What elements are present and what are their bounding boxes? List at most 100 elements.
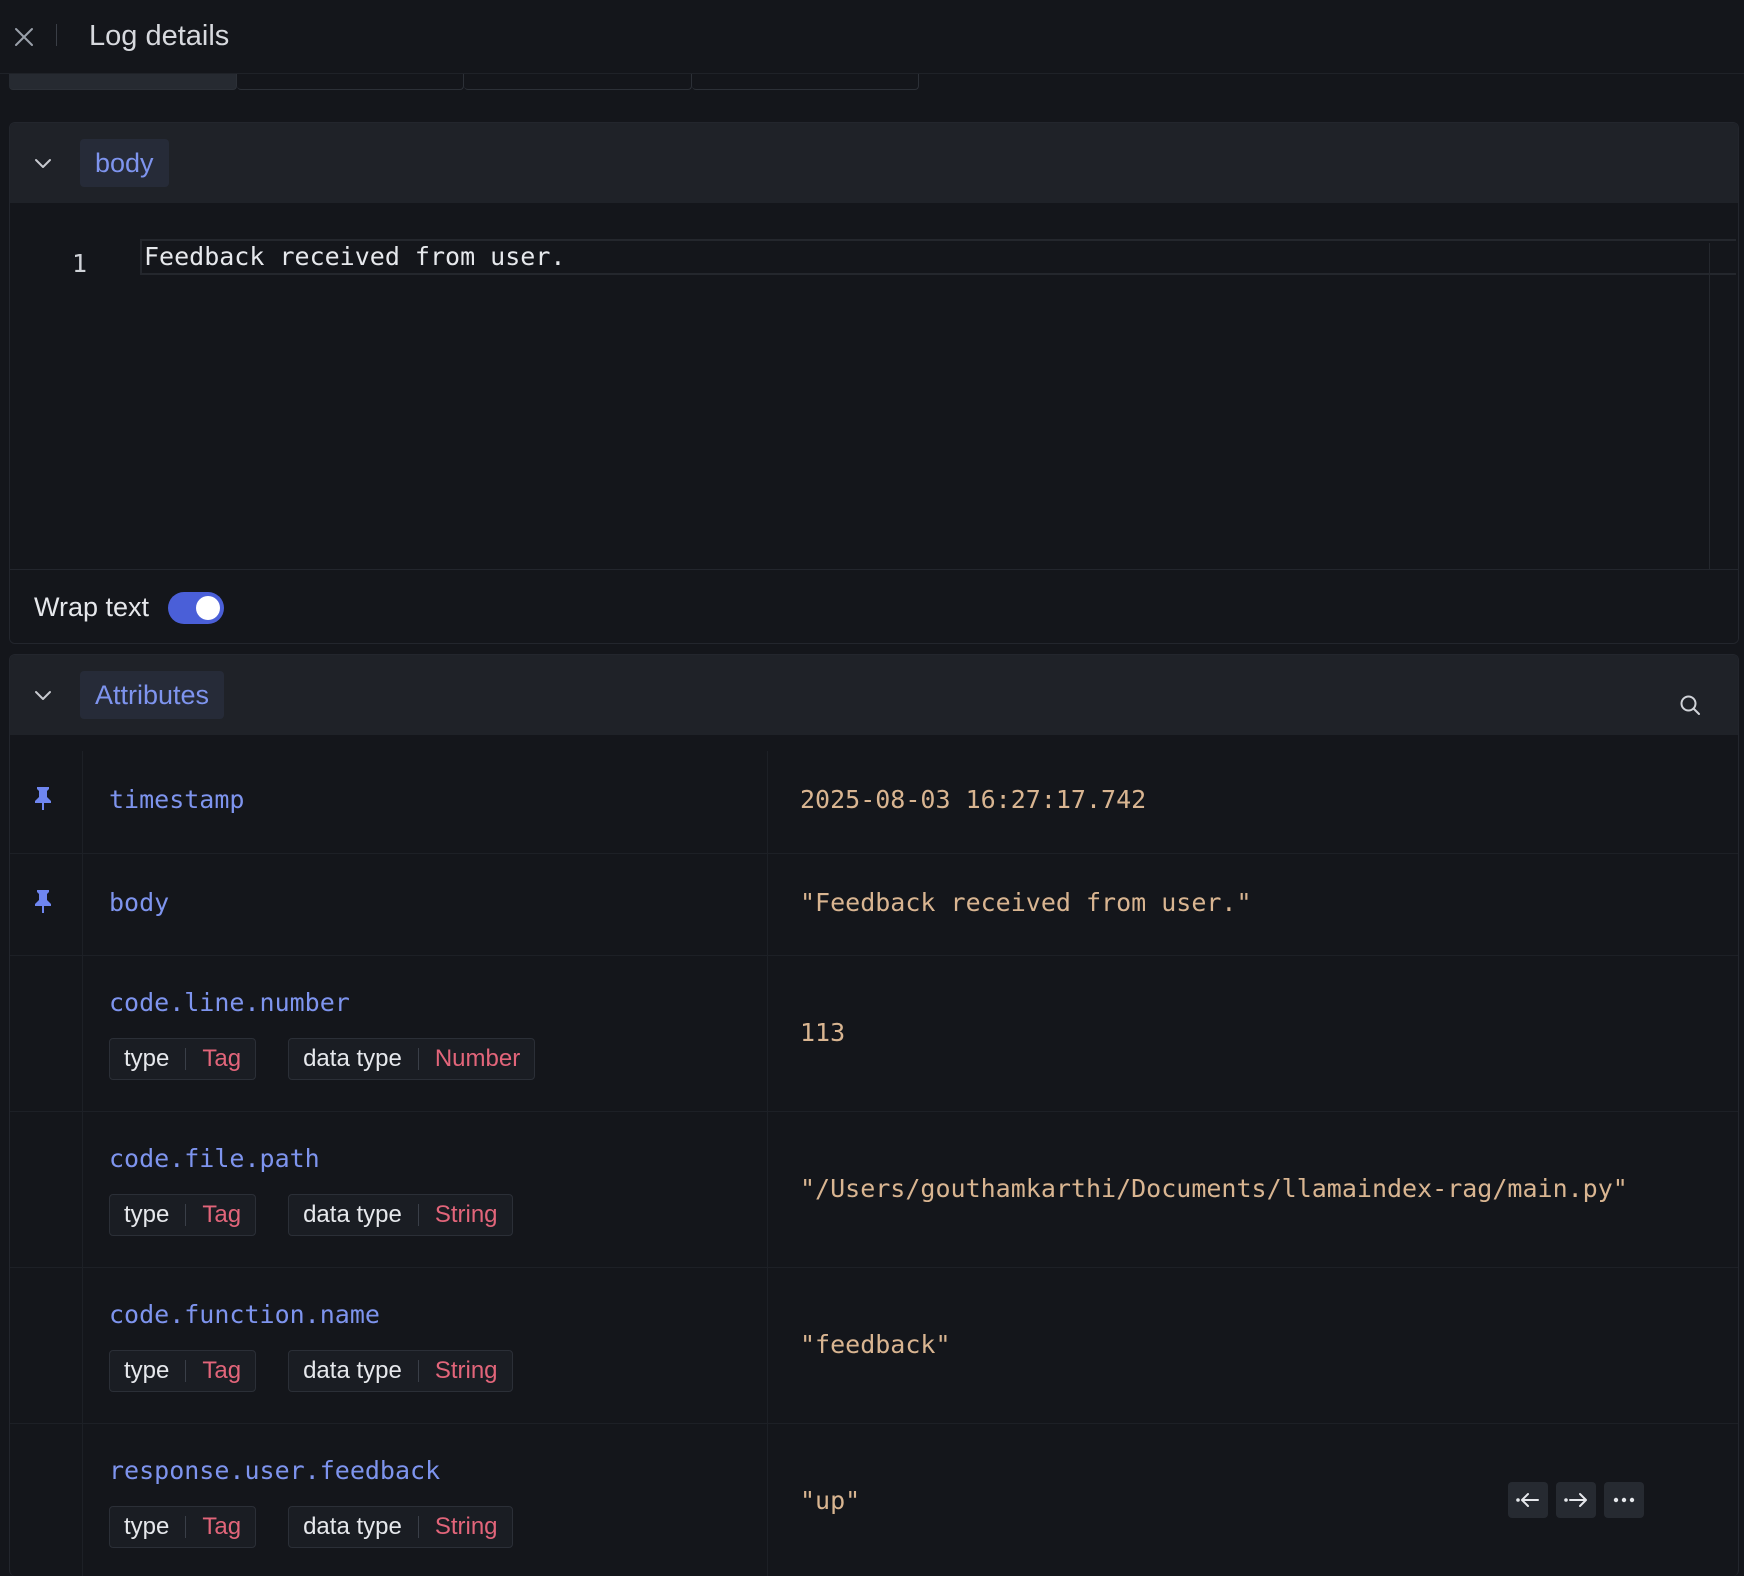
filter-for-button[interactable] (1556, 1482, 1596, 1518)
attribute-value[interactable]: 113 (800, 1018, 845, 1047)
attribute-value[interactable]: "feedback" (800, 1330, 951, 1359)
data-type-tag-value: String (434, 1357, 498, 1384)
tag-divider (185, 1360, 187, 1382)
data-type-tag-value: Number (434, 1045, 521, 1072)
type-tag-label: type (124, 1045, 170, 1072)
data-type-tag-label: data type (303, 1357, 402, 1384)
attribute-key[interactable]: body (109, 888, 169, 917)
key-cell: timestamp (82, 751, 768, 853)
ellipsis-icon (1613, 1497, 1635, 1503)
tag-divider (185, 1516, 187, 1538)
toggle-knob (196, 596, 220, 620)
tab-3[interactable] (464, 74, 692, 90)
header-divider (56, 24, 57, 46)
type-tag: type Tag (109, 1038, 257, 1080)
row-actions (1508, 1482, 1644, 1518)
attribute-key[interactable]: code.line.number (109, 988, 350, 1017)
attributes-table: timestamp 2025-08-03 16:27:17.742 body "… (10, 751, 1738, 1576)
attribute-value[interactable]: "/Users/gouthamkarthi/Documents/llamaind… (800, 1174, 1628, 1203)
wrap-text-toggle[interactable] (168, 592, 224, 624)
type-tag: type Tag (109, 1350, 257, 1392)
attribute-key[interactable]: timestamp (109, 785, 244, 814)
more-options-button[interactable] (1604, 1482, 1644, 1518)
key-cell: body (82, 854, 768, 955)
editor-scrollbar-track (1709, 243, 1710, 569)
wrap-text-row: Wrap text (10, 569, 1738, 643)
tab-4[interactable] (691, 74, 919, 90)
pin-cell (10, 1112, 82, 1267)
tag-divider (417, 1360, 419, 1382)
tag-divider (185, 1048, 187, 1070)
pin-cell (10, 854, 82, 955)
type-tag: type Tag (109, 1194, 257, 1236)
type-tag-label: type (124, 1201, 170, 1228)
header: Log details (0, 0, 1744, 74)
arrow-right-icon (1564, 1493, 1587, 1507)
key-cell: response.user.feedback type Tag data typ… (82, 1424, 768, 1576)
chevron-down-icon[interactable] (32, 152, 54, 174)
code-editor[interactable]: 1 Feedback received from user. (10, 203, 1738, 569)
tag-divider (417, 1048, 419, 1070)
tag-divider (185, 1204, 187, 1226)
filter-out-button[interactable] (1508, 1482, 1548, 1518)
tab-1[interactable] (9, 74, 237, 90)
body-section-header[interactable]: body (10, 123, 1738, 203)
close-icon[interactable] (12, 25, 36, 49)
tag-divider (417, 1516, 419, 1538)
attribute-value[interactable]: 2025-08-03 16:27:17.742 (800, 785, 1146, 814)
table-row: code.file.path type Tag data type String… (10, 1111, 1738, 1267)
data-type-tag: data type String (288, 1194, 513, 1236)
data-type-tag-label: data type (303, 1513, 402, 1540)
type-tag-value: Tag (202, 1201, 242, 1228)
key-cell: code.file.path type Tag data type String (82, 1112, 768, 1267)
pin-cell (10, 1424, 82, 1576)
attribute-key[interactable]: code.function.name (109, 1300, 380, 1329)
body-section: body 1 Feedback received from user. Wrap… (9, 122, 1739, 644)
wrap-text-label: Wrap text (34, 592, 150, 622)
search-icon[interactable] (1678, 693, 1702, 717)
key-cell: code.function.name type Tag data type St… (82, 1268, 768, 1423)
body-section-label: body (80, 139, 169, 187)
editor-line[interactable]: Feedback received from user. (140, 239, 1736, 275)
data-type-tag-label: data type (303, 1045, 402, 1072)
type-tag-value: Tag (202, 1513, 242, 1540)
pin-icon[interactable] (32, 888, 54, 914)
pin-cell (10, 956, 82, 1111)
type-tag-label: type (124, 1357, 170, 1384)
type-tag-label: type (124, 1513, 170, 1540)
pin-cell (10, 751, 82, 853)
data-type-tag-value: String (434, 1201, 498, 1228)
key-cell: code.line.number type Tag data type Numb… (82, 956, 768, 1111)
attribute-value[interactable]: "up" (800, 1486, 860, 1515)
page-title: Log details (89, 20, 230, 52)
attribute-tags: type Tag data type Number (109, 1038, 536, 1080)
type-tag-value: Tag (202, 1045, 242, 1072)
tab-strip (9, 74, 919, 90)
table-row: code.function.name type Tag data type St… (10, 1267, 1738, 1423)
chevron-down-icon[interactable] (32, 684, 54, 706)
pin-cell (10, 1268, 82, 1423)
type-tag-value: Tag (202, 1357, 242, 1384)
table-row: body "Feedback received from user." (10, 853, 1738, 955)
attribute-key[interactable]: response.user.feedback (109, 1456, 440, 1485)
attribute-key[interactable]: code.file.path (109, 1144, 320, 1173)
tag-divider (417, 1204, 419, 1226)
table-row: timestamp 2025-08-03 16:27:17.742 (10, 751, 1738, 853)
data-type-tag: data type String (288, 1350, 513, 1392)
data-type-tag: data type Number (288, 1038, 536, 1080)
table-row: code.line.number type Tag data type Numb… (10, 955, 1738, 1111)
table-row: response.user.feedback type Tag data typ… (10, 1423, 1738, 1576)
data-type-tag-value: String (434, 1513, 498, 1540)
attribute-tags: type Tag data type String (109, 1194, 513, 1236)
tab-2[interactable] (236, 74, 464, 90)
attributes-section: Attributes timestamp 2025-08-03 16:27:17… (9, 654, 1739, 1576)
type-tag: type Tag (109, 1506, 257, 1548)
pin-icon[interactable] (32, 785, 54, 811)
attribute-tags: type Tag data type String (109, 1350, 513, 1392)
attribute-tags: type Tag data type String (109, 1506, 513, 1548)
arrow-left-icon (1516, 1493, 1539, 1507)
line-number: 1 (72, 249, 88, 278)
attribute-value[interactable]: "Feedback received from user." (800, 888, 1252, 917)
attributes-section-header[interactable]: Attributes (10, 655, 1738, 735)
data-type-tag-label: data type (303, 1201, 402, 1228)
